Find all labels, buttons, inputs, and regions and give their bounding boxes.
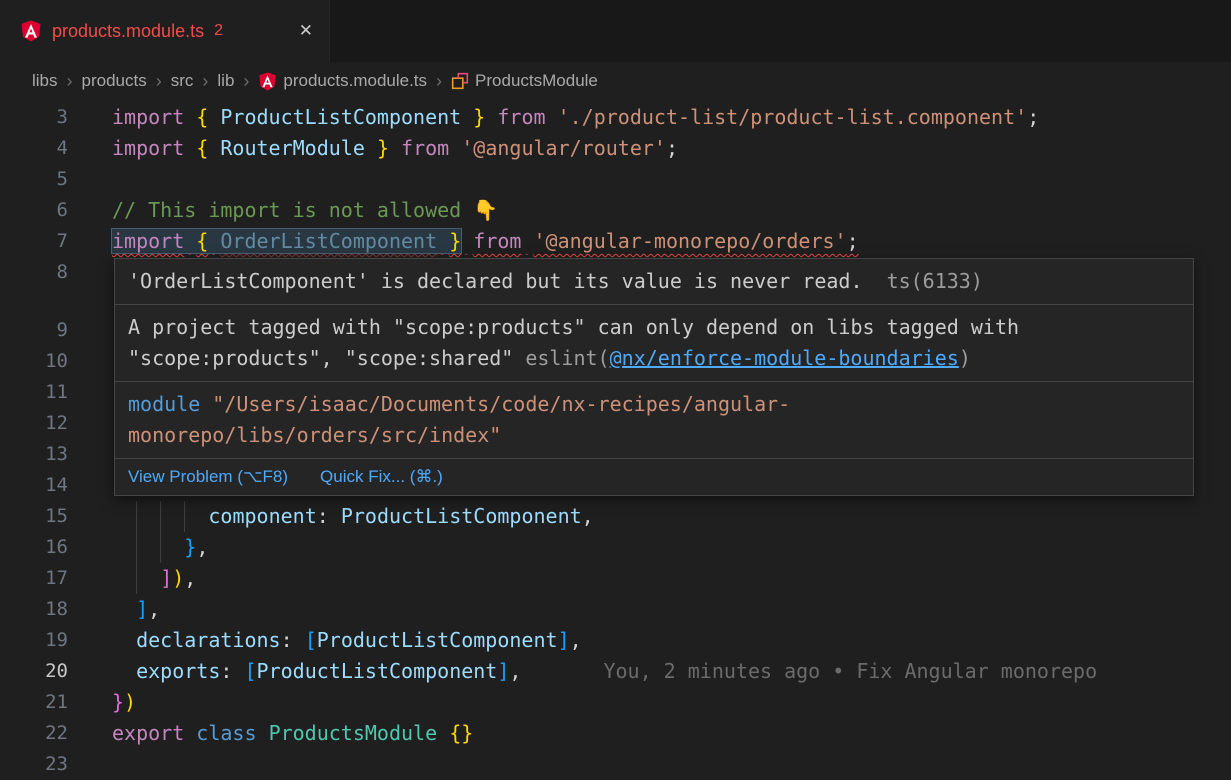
breadcrumb-separator: › (202, 71, 208, 92)
code-line-23[interactable]: 23 (0, 749, 1231, 780)
breadcrumb-item-lib[interactable]: lib (217, 71, 234, 91)
code-line-4[interactable]: 4 import { RouterModule } from '@angular/… (0, 133, 1231, 164)
line-number: 8 (0, 257, 68, 288)
line-number: 3 (0, 102, 68, 133)
line-number: 14 (0, 470, 68, 501)
code-segment: }) (112, 690, 136, 714)
line-number: 16 (0, 532, 68, 563)
code-line-15[interactable]: 15 component: ProductListComponent, (0, 501, 1231, 532)
code-text: import { ProductListComponent } from './… (112, 102, 1039, 133)
code-line-17[interactable]: 17 ]), (0, 563, 1231, 594)
tab-bar: products.module.ts 2 ✕ (0, 0, 1231, 62)
line-number: 23 (0, 749, 68, 780)
breadcrumb-item-products[interactable]: products (82, 71, 147, 91)
line-number: 19 (0, 625, 68, 656)
line-number: 17 (0, 563, 68, 594)
line-number: 9 (0, 315, 68, 346)
code-line-6[interactable]: 6 // This import is not allowed 👇 (0, 195, 1231, 226)
code-segment: ], (112, 597, 160, 621)
ts-diagnostic-message: 'OrderListComponent' is declared but its… (128, 269, 863, 293)
code-segment: component: ProductListComponent, (112, 504, 594, 528)
module-path-line2: monorepo/libs/orders/src/index" (128, 420, 1180, 451)
hover-module-info: module"/Users/isaac/Documents/code/nx-re… (115, 382, 1193, 459)
code-text: ]), (112, 563, 196, 594)
code-segment: }, (112, 535, 208, 559)
breadcrumb-separator: › (156, 71, 162, 92)
line-number: 5 (0, 164, 68, 195)
code-line-22[interactable]: 22 export class ProductsModule {} (0, 718, 1231, 749)
code-line-5[interactable]: 5 (0, 164, 1231, 195)
angular-icon (20, 20, 42, 42)
line-number: 11 (0, 377, 68, 408)
code-segment: import { ProductListComponent } from './… (112, 105, 1039, 129)
code-segment: exports: [ProductListComponent],You, 2 m… (112, 659, 1097, 683)
tab-products-module[interactable]: products.module.ts 2 ✕ (0, 0, 330, 62)
code-text: ], (112, 594, 160, 625)
hover-ts-diagnostic: 'OrderListComponent' is declared but its… (115, 259, 1193, 305)
code-text: }) (112, 687, 136, 718)
hover-tooltip: 'OrderListComponent' is declared but its… (114, 258, 1194, 496)
line-number: 4 (0, 133, 68, 164)
code-line-3[interactable]: 3 import { ProductListComponent } from '.… (0, 102, 1231, 133)
highlighted-import-range: import { OrderListComponent } (112, 229, 461, 253)
code-line-16[interactable]: 16 }, (0, 532, 1231, 563)
line-number: 12 (0, 408, 68, 439)
breadcrumb-item-src[interactable]: src (171, 71, 194, 91)
ts-error-code: ts(6133) (887, 269, 983, 293)
line-number: 10 (0, 346, 68, 377)
line-number: 20 (0, 656, 68, 687)
tab-problem-count: 2 (214, 22, 223, 40)
module-path-line1: module"/Users/isaac/Documents/code/nx-re… (128, 389, 1180, 420)
editor: 3 import { ProductListComponent } from '.… (0, 100, 1231, 780)
breadcrumb-item-file[interactable]: products.module.ts (258, 71, 427, 91)
code-segment: // This import is not allowed 👇 (112, 198, 498, 222)
code-text: component: ProductListComponent, (112, 501, 594, 532)
line-number: 13 (0, 439, 68, 470)
breadcrumb-item-symbol[interactable]: ProductsModule (451, 71, 598, 91)
breadcrumb: libs › products › src › lib › products.m… (0, 62, 1231, 100)
eslint-message-line2: "scope:products", "scope:shared"eslint(@… (128, 343, 1180, 374)
view-problem-action[interactable]: View Problem (⌥F8) (128, 466, 288, 488)
code-text: }, (112, 532, 208, 563)
angular-icon (258, 72, 277, 91)
tab-close-icon[interactable]: ✕ (299, 21, 313, 41)
line-number: 22 (0, 718, 68, 749)
hover-actions: View Problem (⌥F8) Quick Fix... (⌘.) (115, 459, 1193, 495)
line-number: 7 (0, 226, 68, 257)
code-text: export class ProductsModule {} (112, 718, 473, 749)
code-text: import { RouterModule } from '@angular/r… (112, 133, 678, 164)
code-line-21[interactable]: 21}) (0, 687, 1231, 718)
breadcrumb-item-libs[interactable]: libs (32, 71, 58, 91)
line-number: 18 (0, 594, 68, 625)
code-segment: export class ProductsModule {} (112, 721, 473, 745)
code-text: // This import is not allowed 👇 (112, 195, 498, 226)
code-text: import { OrderListComponent } from '@ang… (112, 226, 859, 257)
class-symbol-icon (451, 72, 469, 90)
code-line-20[interactable]: 20 exports: [ProductListComponent],You, … (0, 656, 1231, 687)
hover-eslint-diagnostic: A project tagged with "scope:products" c… (115, 305, 1193, 382)
line-number: 15 (0, 501, 68, 532)
code-segment: import { RouterModule } from '@angular/r… (112, 136, 678, 160)
code-line-18[interactable]: 18 ], (0, 594, 1231, 625)
line-number: 6 (0, 195, 68, 226)
eslint-message-line1: A project tagged with "scope:products" c… (128, 312, 1180, 343)
code-line-7[interactable]: 7 import { OrderListComponent } from '@an… (0, 226, 1231, 257)
code-segment: from '@angular-monorepo/orders'; (461, 229, 858, 253)
code-text: exports: [ProductListComponent],You, 2 m… (112, 656, 1097, 687)
eslint-rule-link[interactable]: @nx/enforce-module-boundaries (610, 346, 959, 370)
breadcrumb-separator: › (67, 71, 73, 92)
code-segment: ]), (112, 566, 196, 590)
quick-fix-action[interactable]: Quick Fix... (⌘.) (320, 466, 443, 488)
code-line-19[interactable]: 19 declarations: [ProductListComponent], (0, 625, 1231, 656)
breadcrumb-separator: › (436, 71, 442, 92)
tab-filename: products.module.ts (52, 21, 204, 42)
breadcrumb-separator: › (243, 71, 249, 92)
code-text: declarations: [ProductListComponent], (112, 625, 582, 656)
line-number: 21 (0, 687, 68, 718)
code-segment: declarations: [ProductListComponent], (112, 628, 582, 652)
